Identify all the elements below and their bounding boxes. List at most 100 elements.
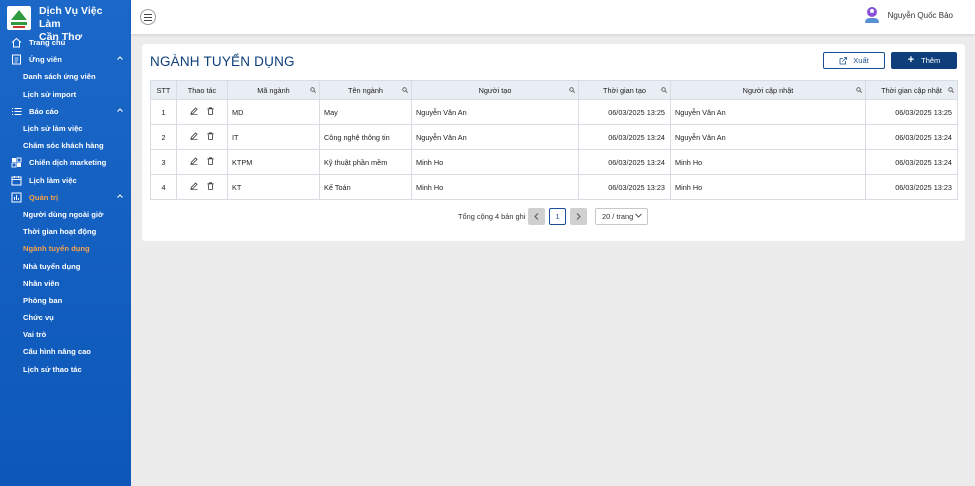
sidebar-item-bao-cao[interactable]: Báo cáo <box>0 103 131 120</box>
sidebar-item-quan-tri[interactable]: Quản trị <box>0 189 131 206</box>
sidebar-item-nhan-vien[interactable]: Nhân viên <box>0 275 131 292</box>
sidebar-item-phong-ban[interactable]: Phòng ban <box>0 292 131 309</box>
cell-updated-time: 06/03/2025 13:24 <box>865 124 958 150</box>
column-header-thoi-gian-cap-nhat[interactable]: Thời gian cập nhật <box>865 80 958 100</box>
pagination: Tổng cộng 4 bản ghi 1 20 / trang <box>142 208 965 225</box>
cell-creator: Nguyễn Văn An <box>411 99 579 125</box>
cell-updater: Minh Ho <box>670 149 866 175</box>
edit-icon[interactable] <box>190 157 198 165</box>
page-number-button[interactable]: 1 <box>549 208 566 225</box>
cell-updated-time: 06/03/2025 13:23 <box>865 174 958 200</box>
sidebar-item-cham-soc-khach-hang[interactable]: Chăm sóc khách hàng <box>0 137 131 154</box>
username: Nguyễn Quốc Bảo <box>887 11 953 20</box>
sidebar-item-lich-su-import[interactable]: Lịch sử import <box>0 86 131 103</box>
column-header-label: Người cập nhật <box>742 85 794 95</box>
sidebar-item-label: Vai trò <box>23 330 47 340</box>
cell-updater: Nguyễn Văn An <box>670 99 866 125</box>
delete-icon[interactable] <box>207 132 214 140</box>
sidebar-item-ung-vien[interactable]: Ứng viên <box>0 51 131 68</box>
column-header-label: Tên ngành <box>348 85 383 95</box>
search-icon[interactable] <box>402 86 408 95</box>
total-records: Tổng cộng 4 bản ghi <box>458 212 526 221</box>
cell-actions <box>176 174 228 200</box>
admin-icon <box>11 192 22 203</box>
edit-icon[interactable] <box>190 107 198 115</box>
search-icon[interactable] <box>856 86 862 95</box>
sidebar-item-nha-tuyen-dung[interactable]: Nhà tuyển dụng <box>0 257 131 274</box>
cell-name: Kế Toán <box>319 174 412 200</box>
sidebar-item-nguoi-dung-ngoai-gio[interactable]: Người dùng ngoài giờ <box>0 206 131 223</box>
column-header-thao-tac: Thao tác <box>176 80 228 100</box>
brand[interactable]: Dịch Vụ Việc Làm Cần Thơ <box>0 0 131 43</box>
sidebar-item-label: Phòng ban <box>23 295 63 305</box>
delete-icon[interactable] <box>207 182 214 190</box>
chevron-left-icon <box>534 213 539 220</box>
sidebar-item-lich-su-lam-viec[interactable]: Lịch sử làm việc <box>0 120 131 137</box>
sidebar-nav: Trang chủ Ứng viên Danh sách ứng viên Lịch … <box>0 34 131 378</box>
hamburger-icon <box>144 13 152 21</box>
table-row: 2 IT Công nghệ thông tin Nguyễn Văn An 06/03… <box>150 124 958 150</box>
industry-table: STT Thao tác Mã ngành Tên ngành Người tạo Thờ… <box>150 80 958 200</box>
sidebar-item-label: Cấu hình nâng cao <box>23 347 91 357</box>
sidebar-item-trang-chu[interactable]: Trang chủ <box>0 34 131 51</box>
sidebar-item-cau-hinh-nang-cao[interactable]: Cấu hình nâng cao <box>0 343 131 360</box>
add-button[interactable]: + Thêm <box>891 52 957 69</box>
export-button[interactable]: Xuất <box>823 52 885 69</box>
column-header-nguoi-cap-nhat[interactable]: Người cập nhật <box>670 80 866 100</box>
page-title: NGÀNH TUYỂN DỤNG <box>150 54 295 69</box>
sidebar-item-label: Lịch sử thao tác <box>23 364 82 374</box>
sidebar-item-label: Chức vụ <box>23 313 54 323</box>
add-label: Thêm <box>921 56 941 65</box>
sidebar-item-label: Danh sách ứng viên <box>23 72 96 82</box>
delete-icon[interactable] <box>207 107 214 115</box>
avatar <box>864 7 879 24</box>
column-header-ten-nganh[interactable]: Tên ngành <box>319 80 412 100</box>
export-label: Xuất <box>853 56 869 65</box>
edit-icon[interactable] <box>190 132 198 140</box>
page-size-select[interactable]: 20 / trang <box>595 208 648 225</box>
search-icon[interactable] <box>948 86 954 95</box>
sidebar-item-chuc-vu[interactable]: Chức vụ <box>0 309 131 326</box>
column-header-label: Thời gian cập nhật <box>881 85 942 95</box>
cell-updated-time: 06/03/2025 13:24 <box>865 149 958 175</box>
chevron-up-icon <box>117 55 123 62</box>
plus-icon: + <box>907 54 915 66</box>
sidebar-item-vai-tro[interactable]: Vai trò <box>0 326 131 343</box>
sidebar-item-nganh-tuyen-dung[interactable]: Ngành tuyển dụng <box>0 240 131 257</box>
cell-code: MD <box>227 99 320 125</box>
sidebar-item-label: Nhân viên <box>23 278 60 288</box>
column-header-thoi-gian-tao[interactable]: Thời gian tạo <box>578 80 671 100</box>
cell-code: KT <box>227 174 320 200</box>
sidebar-item-chien-dich-marketing[interactable]: Chiến dịch marketing <box>0 154 131 171</box>
sidebar-item-lich-lam-viec[interactable]: Lịch làm việc <box>0 172 131 189</box>
cell-created-time: 06/03/2025 13:24 <box>578 149 671 175</box>
chevron-right-icon <box>576 213 581 220</box>
search-icon[interactable] <box>569 86 575 95</box>
search-icon[interactable] <box>661 86 667 95</box>
delete-icon[interactable] <box>207 157 214 165</box>
cell-code: IT <box>227 124 320 150</box>
sidebar-item-thoi-gian-hoat-dong[interactable]: Thời gian hoạt động <box>0 223 131 240</box>
sidebar-item-label: Báo cáo <box>29 106 59 116</box>
sidebar-item-label: Thời gian hoạt động <box>23 227 97 237</box>
menu-toggle-button[interactable] <box>140 9 156 25</box>
sidebar-item-label: Lịch làm việc <box>29 175 77 185</box>
column-header-nguoi-tao[interactable]: Người tạo <box>411 80 579 100</box>
next-page-button[interactable] <box>570 208 587 225</box>
prev-page-button[interactable] <box>528 208 545 225</box>
column-header-ma-nganh[interactable]: Mã ngành <box>227 80 320 100</box>
search-icon[interactable] <box>310 86 316 95</box>
user-menu[interactable]: Nguyễn Quốc Bảo <box>864 7 953 24</box>
document-icon <box>11 54 22 65</box>
sidebar-item-lich-su-thao-tac[interactable]: Lịch sử thao tác <box>0 361 131 378</box>
table-row: 3 KTPM Kỹ thuật phần mềm Minh Ho 06/03/2025 … <box>150 149 958 175</box>
sidebar-item-danh-sach-ung-vien[interactable]: Danh sách ứng viên <box>0 68 131 85</box>
sidebar-item-label: Chiến dịch marketing <box>29 158 107 168</box>
calendar-icon <box>11 175 22 186</box>
logo <box>7 6 31 30</box>
cell-code: KTPM <box>227 149 320 175</box>
cell-actions <box>176 149 228 175</box>
edit-icon[interactable] <box>190 182 198 190</box>
cell-stt: 1 <box>150 99 177 125</box>
column-header-label: Người tạo <box>478 85 512 95</box>
